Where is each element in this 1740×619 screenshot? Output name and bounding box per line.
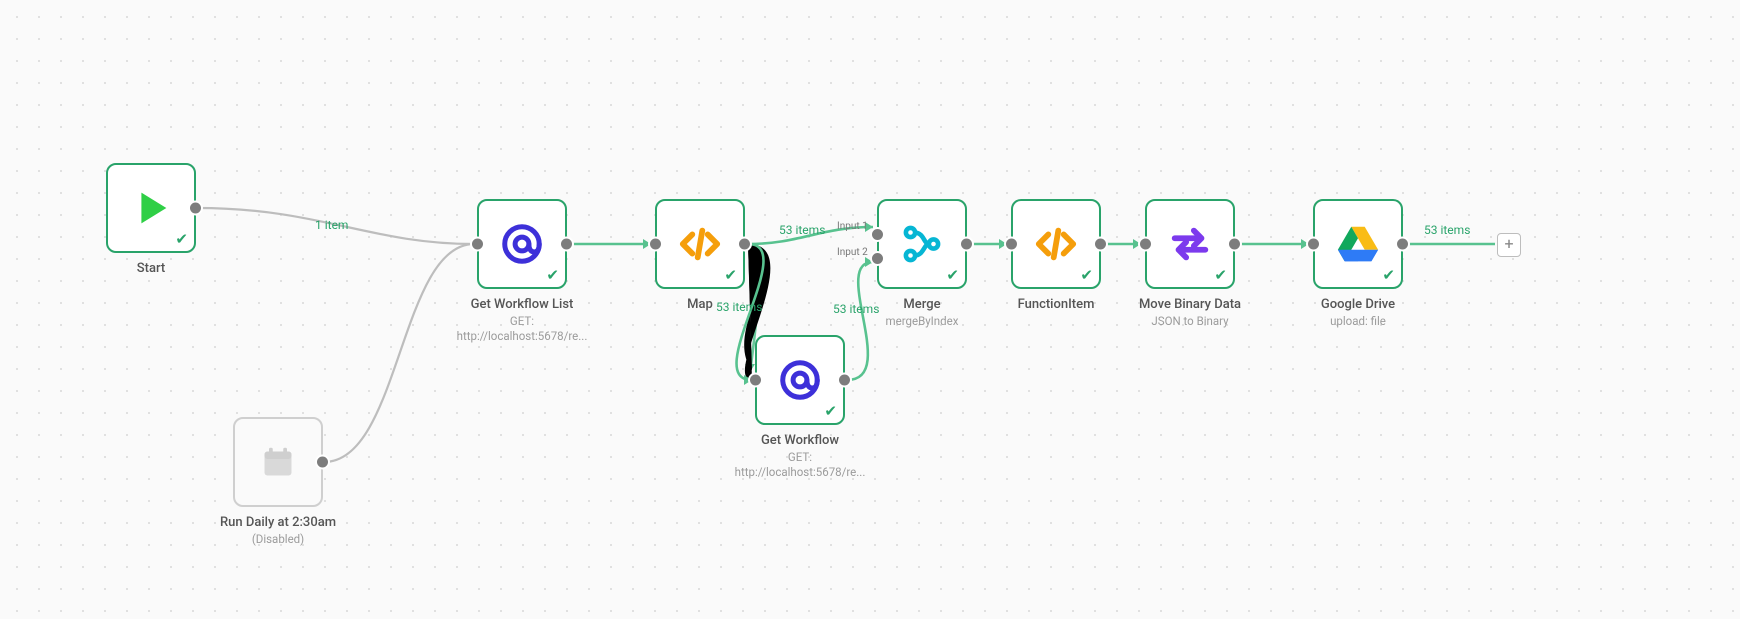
node-start[interactable]: ✔ [106,163,196,253]
port-out[interactable] [959,237,974,252]
check-icon: ✔ [724,268,737,283]
check-icon: ✔ [1080,268,1093,283]
port-out[interactable] [837,373,852,388]
port-label-in1: Input 1 [837,221,868,232]
node-merge[interactable]: ✔ Input 1 Input 2 [877,199,967,289]
google-drive-icon [1335,221,1381,267]
port-label-in2: Input 2 [837,247,868,258]
node-cron-disabled[interactable] [233,417,323,507]
code-icon [1033,221,1079,267]
calendar-icon [260,444,296,480]
check-icon: ✔ [175,232,188,247]
port-in[interactable] [1004,237,1019,252]
port-in-1[interactable] [870,227,885,242]
at-icon [777,357,823,403]
swap-icon [1167,221,1213,267]
edge-label: 53 items [833,302,879,316]
check-icon: ✔ [824,404,837,419]
port-in[interactable] [1138,237,1153,252]
port-in[interactable] [1306,237,1321,252]
at-icon [499,221,545,267]
check-icon: ✔ [1214,268,1227,283]
edge-label: 53 items [716,300,762,314]
edge-label: 1 item [315,218,348,232]
port-in[interactable] [648,237,663,252]
port-in[interactable] [470,237,485,252]
check-icon: ✔ [946,268,959,283]
port-out[interactable] [315,455,330,470]
add-node-button[interactable]: + [1497,233,1521,257]
node-label: Start [106,261,196,277]
port-out[interactable] [737,237,752,252]
node-map[interactable]: ✔ [655,199,745,289]
edge-label: 53 items [1424,223,1470,237]
port-out[interactable] [1227,237,1242,252]
port-out[interactable] [188,201,203,216]
node-google-drive[interactable]: ✔ [1313,199,1403,289]
node-label: Google Drive upload: file [1293,297,1423,329]
edge-label: 53 items [779,223,825,237]
node-label: FunctionItem [991,297,1121,313]
node-label: Get Workflow List GET: http://localhost:… [447,297,597,343]
node-label: Run Daily at 2:30am (Disabled) [203,515,353,547]
merge-icon [899,221,945,267]
port-out[interactable] [1395,237,1410,252]
play-icon [128,185,174,231]
node-get-workflow-list[interactable]: ✔ [477,199,567,289]
node-move-binary-data[interactable]: ✔ [1145,199,1235,289]
node-function-item[interactable]: ✔ [1011,199,1101,289]
code-icon [677,221,723,267]
node-label: Move Binary Data JSON to Binary [1115,297,1265,329]
node-label: Get Workflow GET: http://localhost:5678/… [725,433,875,479]
port-out[interactable] [559,237,574,252]
check-icon: ✔ [546,268,559,283]
node-get-workflow[interactable]: ✔ [755,335,845,425]
port-out[interactable] [1093,237,1108,252]
port-in[interactable] [748,373,763,388]
check-icon: ✔ [1382,268,1395,283]
port-in-2[interactable] [870,251,885,266]
